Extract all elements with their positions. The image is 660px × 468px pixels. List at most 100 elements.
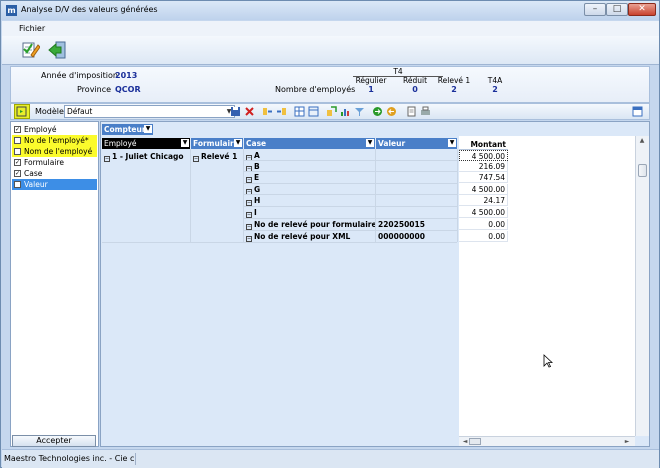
field-label: No de l'employé* [24,136,89,145]
case-value: E [254,173,260,182]
formulaire-cell[interactable]: − Relevé 1 [193,151,243,162]
field-checkbox[interactable]: ✓ [14,159,21,166]
minimize-button[interactable]: – [584,3,606,16]
accept-button[interactable]: Accepter [12,435,96,447]
case-value: No de relevé pour XML [254,232,351,241]
table-layout-icon[interactable] [308,106,319,117]
case-value: I [254,208,257,217]
valeur-cell[interactable]: 000000000 [378,231,457,242]
horizontal-scrollbar[interactable]: ◄ ► [459,436,635,446]
field-list-toggle-button[interactable] [14,104,30,119]
compteur-label: Compteur [104,125,146,134]
field-item-employe[interactable]: ✓ Employé [12,124,97,135]
field-checkbox[interactable]: ✓ [14,181,21,188]
filter-icon[interactable] [354,106,365,117]
chart-icon[interactable] [340,106,351,117]
menu-fichier[interactable]: Fichier [19,24,45,33]
field-label: Nom de l'employé [24,147,93,156]
move-back-icon[interactable] [276,106,287,117]
case-cell[interactable]: − No de relevé pour formulaires [246,219,375,230]
row-divider [244,160,457,161]
preview-icon[interactable] [406,106,417,117]
main-toolbar [2,36,659,65]
formulaire-header[interactable]: Formulaire ▼ [191,138,243,149]
case-header-label: Case [246,139,267,148]
status-text: Maestro Technologies inc. - Cie c [4,454,135,463]
chevron-down-icon[interactable]: ▼ [181,139,189,147]
row-divider [102,242,457,243]
grid-layout-icon[interactable] [294,106,305,117]
montant-cell[interactable]: 24.17 [459,195,508,206]
chevron-down-icon[interactable]: ▼ [234,139,242,147]
montant-cell[interactable]: 216.09 [459,161,508,172]
chevron-down-icon[interactable]: ▼ [366,139,374,147]
valeur-header[interactable]: Valeur ▼ [376,138,457,149]
col-regulier-value: 1 [368,85,374,94]
case-header[interactable]: Case ▼ [244,138,375,149]
montant-cell[interactable]: 4 500.00 [459,207,508,218]
field-item-valeur[interactable]: ✓ Valeur [12,179,97,190]
employee-cell[interactable]: −1 - Juliet Chicago [104,151,190,162]
chevron-down-icon[interactable]: ▼ [144,125,152,133]
field-item-case[interactable]: ✓ Case [12,168,97,179]
status-divider [135,453,136,465]
collapse-icon[interactable]: − [104,156,110,162]
column-divider [375,149,376,242]
field-label: Employé [24,125,57,134]
field-item-nom-employe[interactable]: Nom de l'employé [12,146,97,157]
field-checkbox[interactable] [14,148,21,155]
col-releve1-value: 2 [451,85,457,94]
case-cell[interactable]: − E [246,172,375,183]
case-value: H [254,196,261,205]
field-checkbox[interactable]: ✓ [14,126,21,133]
exit-door-icon[interactable] [47,40,67,60]
col-regulier-label: Régulier [355,76,387,85]
field-checkbox[interactable]: ✓ [14,170,21,177]
valeur-cell[interactable]: 220250015 [378,219,457,230]
main-window: m Analyse D/V des valeurs générées – □ ✕… [0,0,660,468]
save-icon[interactable] [230,106,241,117]
scroll-up-icon[interactable]: ▲ [636,137,648,144]
column-divider [243,149,244,242]
field-item-no-employe[interactable]: No de l'employé* [12,135,97,146]
row-divider [244,194,457,195]
montant-cell[interactable]: 0.00 [459,231,508,242]
scroll-right-icon[interactable]: ► [621,438,633,445]
field-item-formulaire[interactable]: ✓ Formulaire [12,157,97,168]
row-divider [244,171,457,172]
export-icon[interactable] [372,106,383,117]
expand-icon[interactable] [326,106,337,117]
employee-name: 1 - Juliet Chicago [112,152,184,161]
field-label: Valeur [24,180,48,189]
delete-icon[interactable] [244,106,255,117]
case-cell[interactable]: − No de relevé pour XML [246,231,375,242]
field-label: Formulaire [24,158,64,167]
import-icon[interactable] [386,106,397,117]
row-divider [244,183,457,184]
montant-cell[interactable]: 747.54 [459,172,508,183]
case-cell[interactable]: − I [246,207,375,218]
move-fields-icon[interactable] [262,106,273,117]
panel-options-icon[interactable] [632,106,643,117]
close-button[interactable]: ✕ [628,3,656,16]
compteur-header[interactable]: Compteur ▼ [102,124,153,135]
maximize-button[interactable]: □ [606,3,628,16]
valeur-header-label: Valeur [378,139,406,148]
scroll-thumb[interactable] [638,164,647,177]
montant-cell[interactable]: 4 500.00 [459,150,508,161]
montant-cell[interactable]: 0.00 [459,219,508,230]
collapse-icon[interactable]: − [193,156,199,162]
vertical-scrollbar[interactable]: ▲ [635,136,649,436]
row-divider [244,230,457,231]
field-checkbox[interactable] [14,137,21,144]
print-icon[interactable] [420,106,431,117]
chevron-down-icon[interactable]: ▼ [448,139,456,147]
case-cell[interactable]: − H [246,195,375,206]
edit-document-icon[interactable] [20,40,40,60]
montant-cell[interactable]: 4 500.00 [459,184,508,195]
scroll-thumb[interactable] [469,438,481,445]
model-select[interactable]: Défaut ▼ [64,105,235,118]
row-divider [244,218,457,219]
title-bar[interactable]: m Analyse D/V des valeurs générées – □ ✕ [1,1,659,20]
employe-header[interactable]: Employé ▼ [102,138,190,149]
